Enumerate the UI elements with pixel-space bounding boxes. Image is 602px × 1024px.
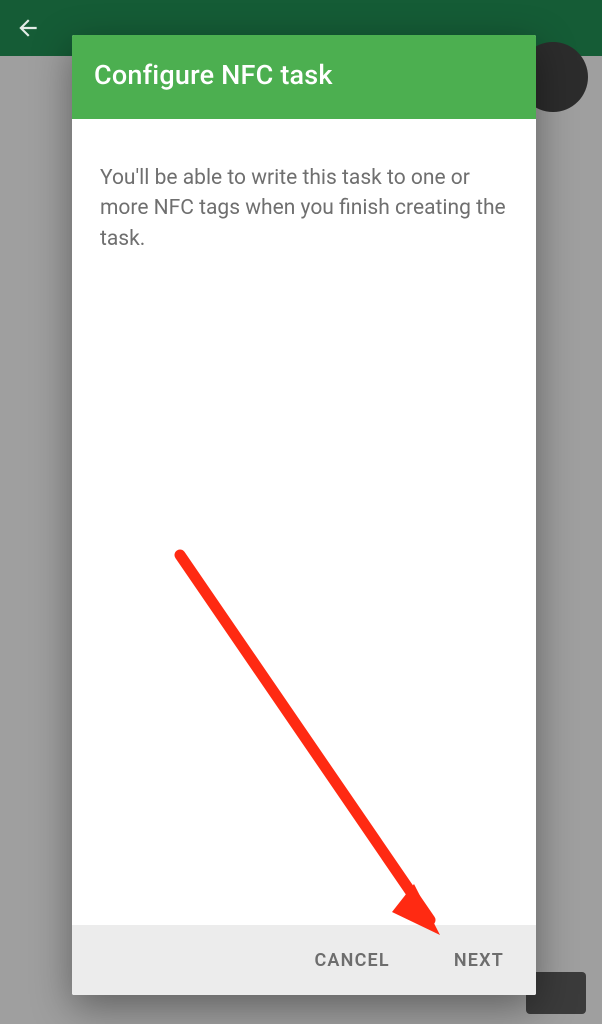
cancel-button[interactable]: CANCEL: [310, 942, 393, 979]
back-arrow-icon[interactable]: [8, 8, 48, 48]
next-button[interactable]: NEXT: [450, 942, 508, 979]
dialog-title: Configure NFC task: [72, 35, 536, 119]
configure-nfc-dialog: Configure NFC task You'll be able to wri…: [72, 35, 536, 995]
dialog-footer: CANCEL NEXT: [72, 925, 536, 995]
dialog-body: You'll be able to write this task to one…: [72, 119, 536, 925]
dialog-description: You'll be able to write this task to one…: [100, 163, 508, 254]
